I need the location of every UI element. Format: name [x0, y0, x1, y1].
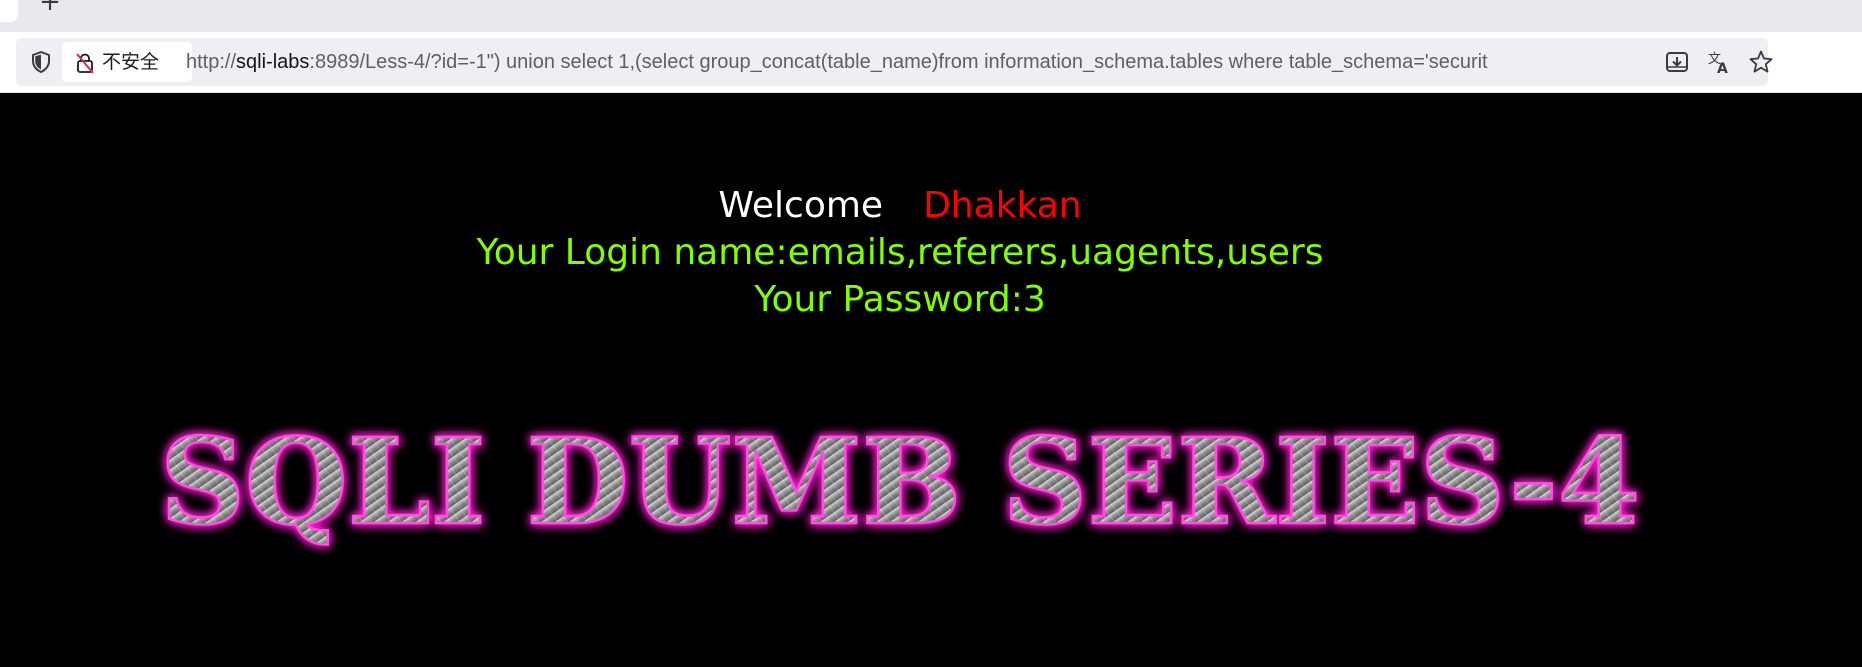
insecure-lock-icon [76, 53, 94, 74]
address-bar[interactable]: 不安全 http://sqli-labs:8989/Less-4/?id=-1"… [16, 38, 1773, 86]
url-fade [1626, 38, 1656, 86]
bookmark-star-icon[interactable] [1748, 49, 1774, 75]
url-path: :8989/Less-4/?id=-1") union select 1,(se… [309, 51, 1488, 73]
banner-text: SQLI DUMB SERIES-4 [160, 415, 1640, 551]
download-icon[interactable] [1664, 49, 1690, 75]
new-tab-button[interactable]: + [38, 0, 62, 15]
password-result: Your Password:3 [754, 279, 1046, 320]
sqli-dumb-series-banner: SQLI DUMB SERIES-4 [159, 415, 1642, 552]
security-label: 不安全 [102, 51, 160, 73]
welcome-line: Welcome Dhakkan [0, 183, 1800, 229]
tab-strip: + [0, 0, 1862, 32]
url-field[interactable]: http://sqli-labs:8989/Less-4/?id=-1") un… [186, 38, 1654, 86]
navigation-bar: 不安全 http://sqli-labs:8989/Less-4/?id=-1"… [0, 32, 1862, 93]
url-scheme: http:// [186, 51, 237, 73]
active-tab-edge[interactable] [0, 0, 18, 22]
login-name-result: Your Login name:emails,referers,uagents,… [476, 232, 1324, 273]
url-host: sqli-labs [236, 51, 310, 73]
translate-icon[interactable]: 文 A [1706, 49, 1732, 75]
shield-icon[interactable] [28, 49, 54, 75]
site-security-chip[interactable]: 不安全 [62, 42, 192, 82]
svg-text:A: A [1717, 61, 1728, 75]
page-body: Welcome Dhakkan Your Login name:emails,re… [0, 93, 1862, 667]
welcome-text: Welcome [718, 185, 884, 226]
welcome-name: Dhakkan [923, 185, 1082, 226]
